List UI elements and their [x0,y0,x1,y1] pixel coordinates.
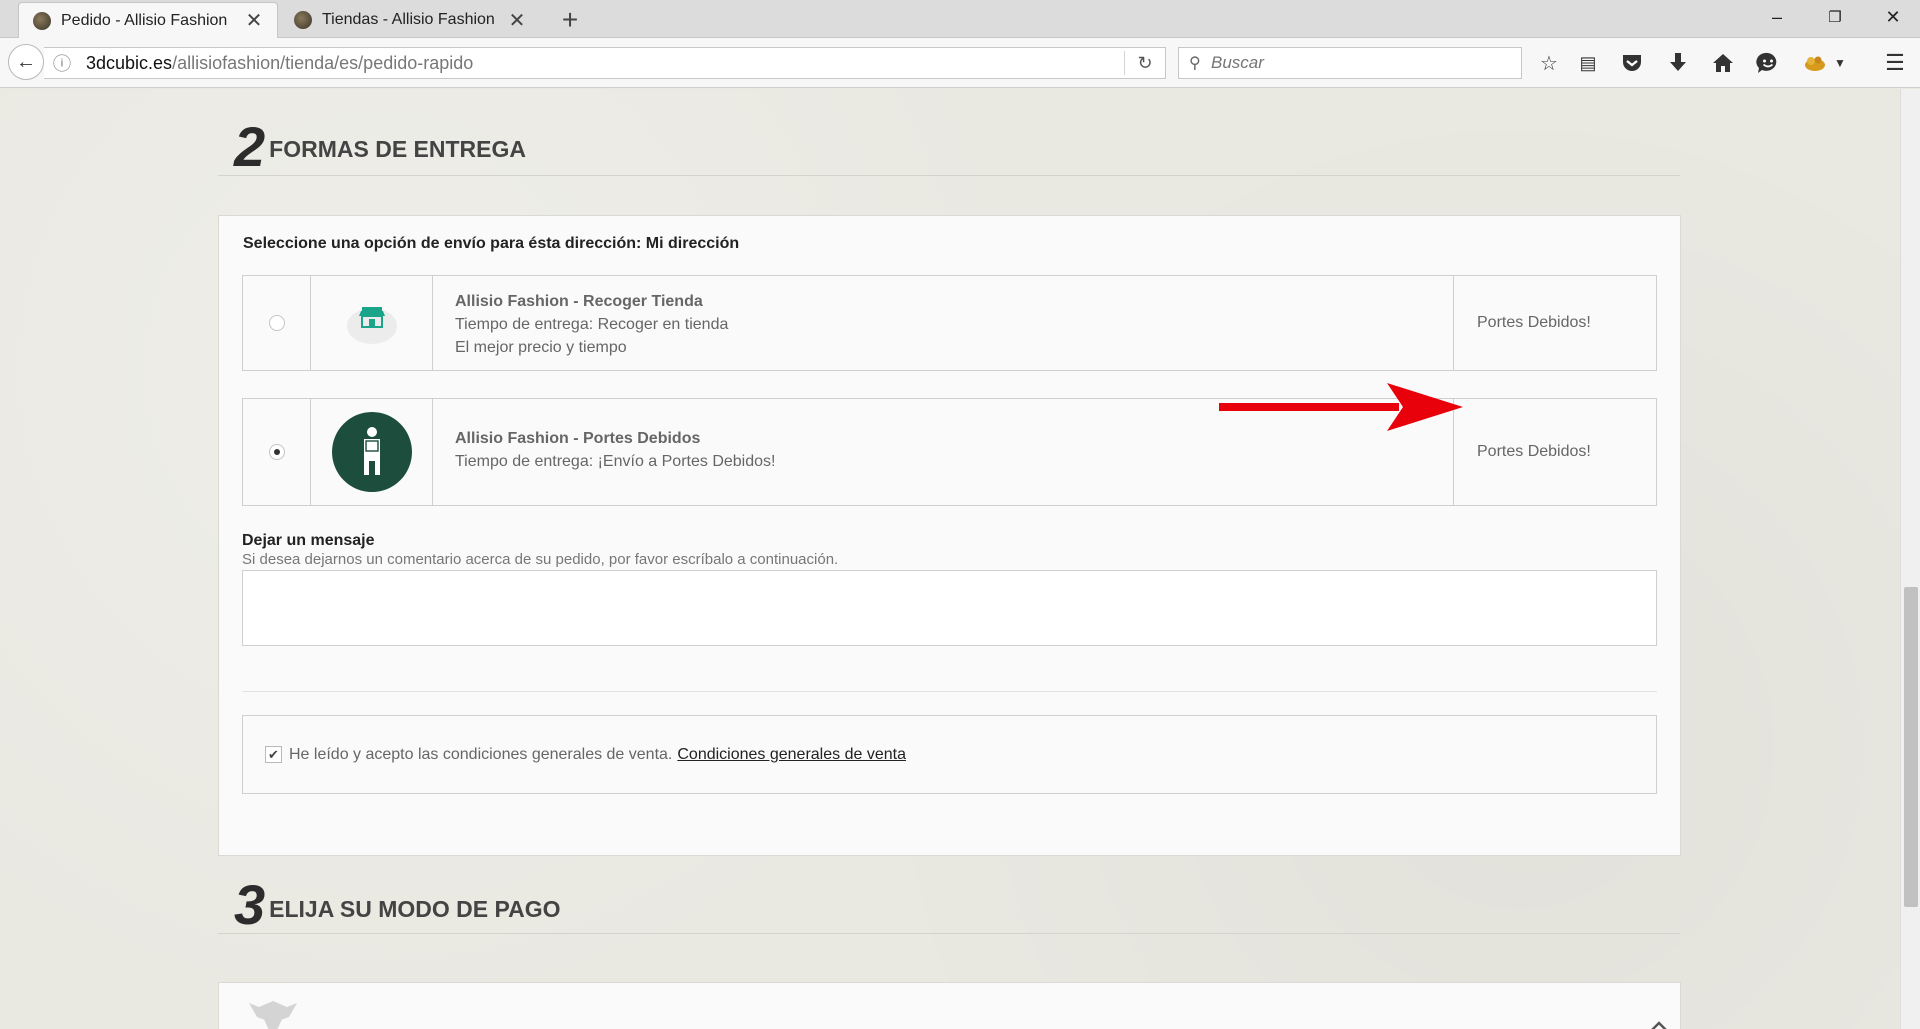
bookmark-star-icon[interactable]: ☆ [1531,48,1567,78]
delivery-time: Tiempo de entrega: Recoger en tienda [455,316,729,333]
divider [242,691,1657,692]
delivery-person-icon [331,412,412,492]
section-3-number: 3 [234,873,265,936]
shipping-option-recoger-tienda[interactable]: Allisio Fashion - Recoger Tienda Tiempo … [242,275,1657,371]
delivery-time: Tiempo de entrega: ¡Envío a Portes Debid… [455,453,776,470]
page-scrollbar[interactable] [1900,89,1920,1029]
address-bar[interactable]: i 3dcubic.es/allisiofashion/tienda/es/pe… [44,47,1166,79]
payment-panel [218,982,1681,1029]
scrollbar-thumb[interactable] [1904,587,1918,907]
chevron-up-icon[interactable] [1649,1021,1669,1029]
delivery-person-logo [311,399,433,505]
shipping-option-description: Allisio Fashion - Recoger Tienda Tiempo … [433,276,1454,370]
navigation-bar: ← i 3dcubic.es/allisiofashion/tienda/es/… [0,38,1920,88]
extension-icon[interactable] [1797,48,1833,78]
home-icon[interactable] [1705,48,1741,78]
download-icon[interactable] [1660,48,1696,78]
close-window-button[interactable]: ✕ [1870,0,1916,34]
close-tab-icon[interactable]: ✕ [243,10,265,32]
radio-portes-debidos[interactable] [268,444,285,460]
back-button[interactable]: ← [8,44,44,80]
terms-checkbox[interactable]: ✔ [265,746,282,763]
terms-box: ✔ He leído y acepto las condiciones gene… [242,715,1657,794]
restore-button[interactable]: ❐ [1812,0,1858,34]
minimize-button[interactable]: – [1754,0,1800,34]
pocket-icon[interactable] [1614,48,1650,78]
message-textarea[interactable] [242,570,1657,646]
info-icon[interactable]: i [53,54,71,72]
payment-method-logo-icon [249,1001,297,1029]
delivery-panel: Seleccione una opción de envío para ésta… [218,215,1681,856]
annotation-arrow-icon [1219,383,1463,431]
tab-pedido[interactable]: Pedido - Allisio Fashion ✕ [18,2,278,38]
section-2-title: FORMAS DE ENTREGA [269,136,526,162]
tab-title: Tiendas - Allisio Fashion [322,11,495,28]
search-input[interactable] [1211,53,1501,73]
page-content: 2 FORMAS DE ENTREGA Seleccione una opció… [0,89,1900,1029]
terms-text: He leído y acepto las condiciones genera… [289,745,673,763]
menu-icon[interactable]: ☰ [1877,48,1913,78]
site-favicon-icon [294,11,312,29]
store-pickup-logo [311,276,433,370]
section-2-heading: 2 FORMAS DE ENTREGA [218,104,1680,176]
close-tab-icon[interactable]: ✕ [506,9,528,32]
message-label: Dejar un mensaje [242,532,375,549]
tab-title: Pedido - Allisio Fashion [61,11,228,29]
shipping-price: Portes Debidos! [1477,443,1591,460]
terms-link[interactable]: Condiciones generales de venta [677,746,906,764]
new-tab-button[interactable]: + [553,4,587,36]
section-3-heading: 3 ELIJA SU MODO DE PAGO [218,872,1680,934]
radio-recoger-tienda[interactable] [268,315,285,331]
store-icon [346,307,397,344]
tab-bar: Pedido - Allisio Fashion ✕ Tiendas - All… [0,0,1920,38]
site-favicon-icon [33,11,51,30]
section-2-number: 2 [234,115,265,178]
search-bar[interactable]: ⚲ [1178,47,1522,79]
section-3-title: ELIJA SU MODO DE PAGO [269,896,561,922]
reload-icon[interactable]: ↻ [1125,48,1165,78]
message-hint: Si desea dejarnos un comentario acerca d… [242,551,839,568]
shipping-option-name: Allisio Fashion - Recoger Tienda [455,293,703,310]
shipping-price: Portes Debidos! [1477,314,1591,331]
url-text[interactable]: 3dcubic.es/allisiofashion/tienda/es/pedi… [86,53,1124,74]
shipping-option-prompt: Seleccione una opción de envío para ésta… [243,235,740,252]
reading-list-icon[interactable]: ▤ [1570,48,1606,78]
tab-tiendas[interactable]: Tiendas - Allisio Fashion ✕ [280,2,540,38]
delivery-note: El mejor precio y tiempo [455,339,627,356]
search-icon: ⚲ [1189,55,1201,72]
smiley-feedback-icon[interactable] [1750,48,1786,78]
chevron-down-icon[interactable]: ▼ [1829,48,1851,78]
